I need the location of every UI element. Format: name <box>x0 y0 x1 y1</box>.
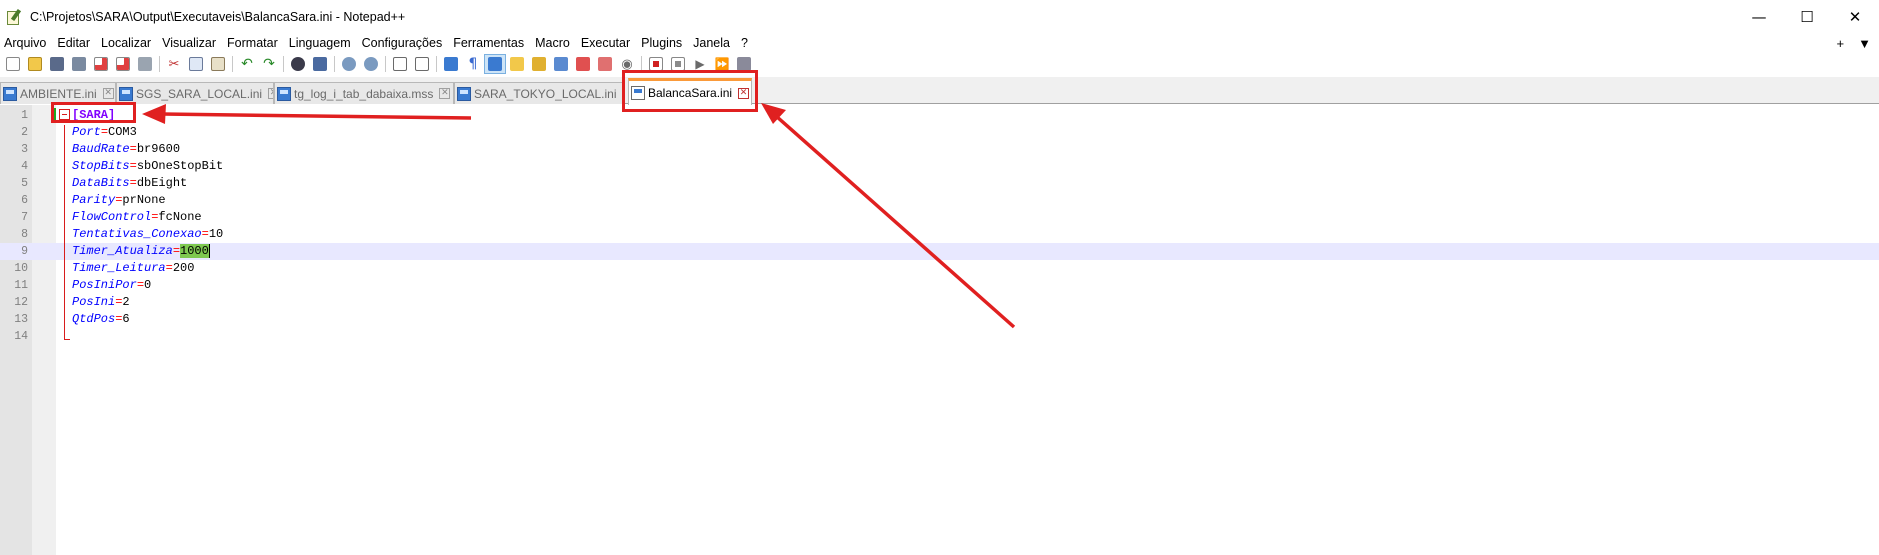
annotation-arrows <box>142 103 1016 329</box>
file-icon <box>631 86 645 100</box>
tab-balancasara[interactable]: BalancaSara.ini ✕ <box>628 78 752 105</box>
annotation-arrow-diagonal <box>761 103 1016 329</box>
tab-label: BalancaSara.ini <box>648 86 733 100</box>
annotation-arrow-left <box>142 104 472 124</box>
tab-close-icon[interactable]: ✕ <box>738 87 750 99</box>
